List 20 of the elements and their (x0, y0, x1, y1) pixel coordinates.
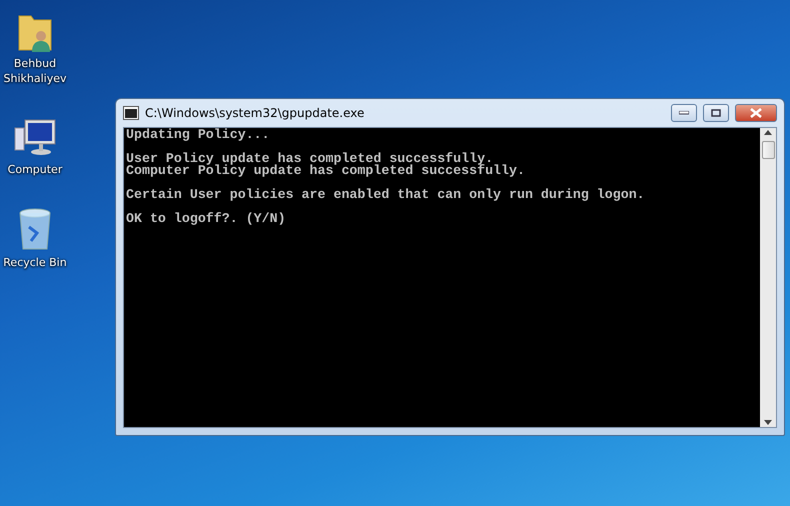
console-line: Certain User policies are enabled that can only run during logon. (126, 189, 646, 201)
desktop-icon-label[interactable]: Recycle Bin (3, 255, 67, 270)
console-line: User Policy update has completed successfully. (126, 153, 494, 165)
scroll-thumb[interactable] (762, 141, 774, 159)
console-line: Computer Policy update has completed successfully. (126, 165, 526, 177)
close-icon (750, 108, 762, 118)
console-line: Updating Policy... (126, 129, 271, 141)
maximize-button[interactable] (703, 104, 729, 122)
desktop-icon-label[interactable]: Behbud Shikhaliyev (0, 56, 70, 86)
scroll-down-icon[interactable] (764, 420, 772, 425)
scroll-up-icon[interactable] (764, 130, 772, 135)
console-line: OK to logoff?. (Y/N) (126, 213, 287, 225)
desktop-icon-label[interactable]: Computer (8, 162, 62, 177)
minimize-button[interactable] (671, 104, 697, 122)
maximize-icon (711, 109, 721, 117)
console-app-icon (123, 106, 139, 120)
scrollbar[interactable] (760, 128, 776, 427)
minimize-icon (679, 111, 689, 115)
window-title: C:\Windows\system32\gpupdate.exe (145, 106, 366, 120)
close-button[interactable] (735, 104, 777, 122)
